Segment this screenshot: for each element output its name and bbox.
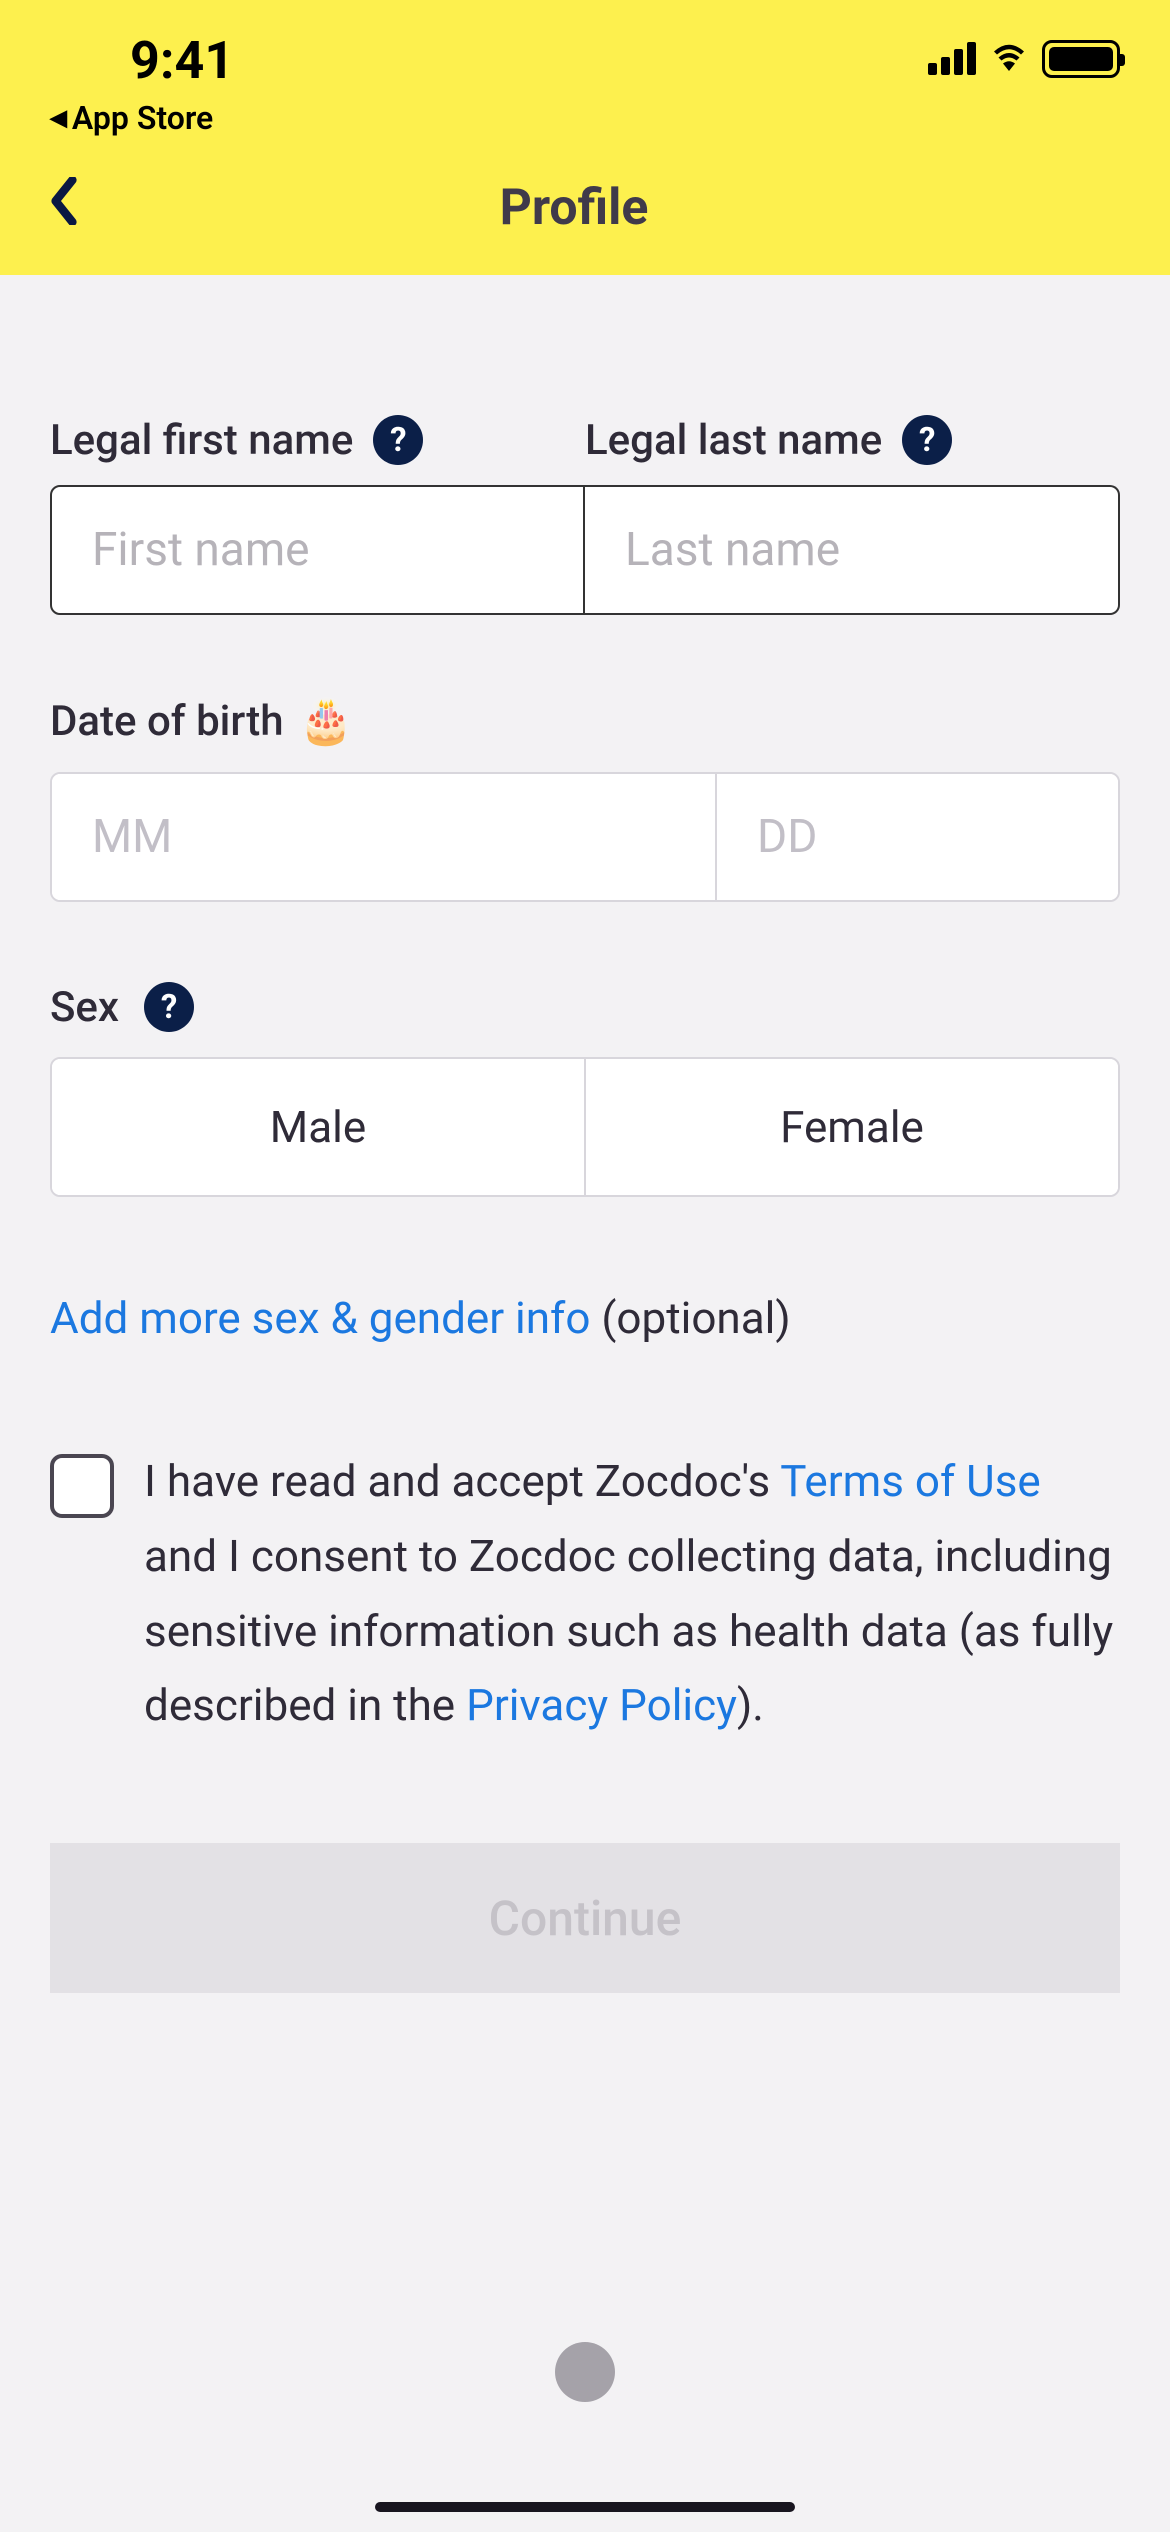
sex-label-row: Sex ? [50,982,1120,1032]
dob-label: Date of birth 🎂 [50,695,1120,747]
dob-label-text: Date of birth [50,697,284,746]
home-dot [555,2342,615,2402]
consent-text: I have read and accept Zocdoc's Terms of… [144,1444,1120,1743]
help-icon[interactable]: ? [373,415,423,465]
nav-bar: Profile [0,147,1170,238]
sex-option-female[interactable]: Female [586,1059,1118,1195]
consent-part1: I have read and accept Zocdoc's [144,1455,780,1507]
sex-row: Male Female [50,1057,1120,1197]
cellular-icon [928,42,976,75]
consent-row: I have read and accept Zocdoc's Terms of… [50,1444,1120,1743]
add-more-link[interactable]: Add more sex & gender info [50,1292,590,1344]
name-row: Legal first name ? Legal last name ? [50,415,1120,615]
dob-row [50,772,1120,902]
first-name-label: Legal first name [50,416,353,465]
last-name-input[interactable] [585,485,1120,615]
back-to-app-label: App Store [72,99,213,137]
first-name-input[interactable] [50,485,585,615]
consent-part3: ). [737,1679,764,1731]
continue-button[interactable]: Continue [50,1843,1120,1993]
consent-checkbox[interactable] [50,1454,114,1518]
help-icon[interactable]: ? [902,415,952,465]
sex-label: Sex [50,983,119,1032]
add-more-optional: (optional) [590,1292,790,1344]
form-content: Legal first name ? Legal last name ? Dat… [0,275,1170,2043]
privacy-link[interactable]: Privacy Policy [466,1679,737,1731]
first-name-col: Legal first name ? [50,415,585,615]
last-name-label: Legal last name [585,416,882,465]
dob-month-input[interactable] [52,774,717,900]
cake-icon: 🎂 [299,695,354,747]
help-icon[interactable]: ? [144,982,194,1032]
last-name-col: Legal last name ? [585,415,1120,615]
home-indicator[interactable] [375,2502,795,2512]
back-to-app-store[interactable]: App Store [50,99,234,137]
wifi-icon [991,41,1027,77]
terms-link[interactable]: Terms of Use [780,1455,1040,1507]
page-title: Profile [28,179,1120,237]
add-more-gender-info: Add more sex & gender info (optional) [50,1292,1120,1344]
sex-option-male[interactable]: Male [52,1059,586,1195]
header: 9:41 App Store Profile [0,0,1170,275]
dob-day-input[interactable] [717,774,1120,900]
battery-icon [1042,40,1120,78]
status-bar: 9:41 App Store [0,0,1170,147]
status-time: 9:41 [50,30,234,91]
